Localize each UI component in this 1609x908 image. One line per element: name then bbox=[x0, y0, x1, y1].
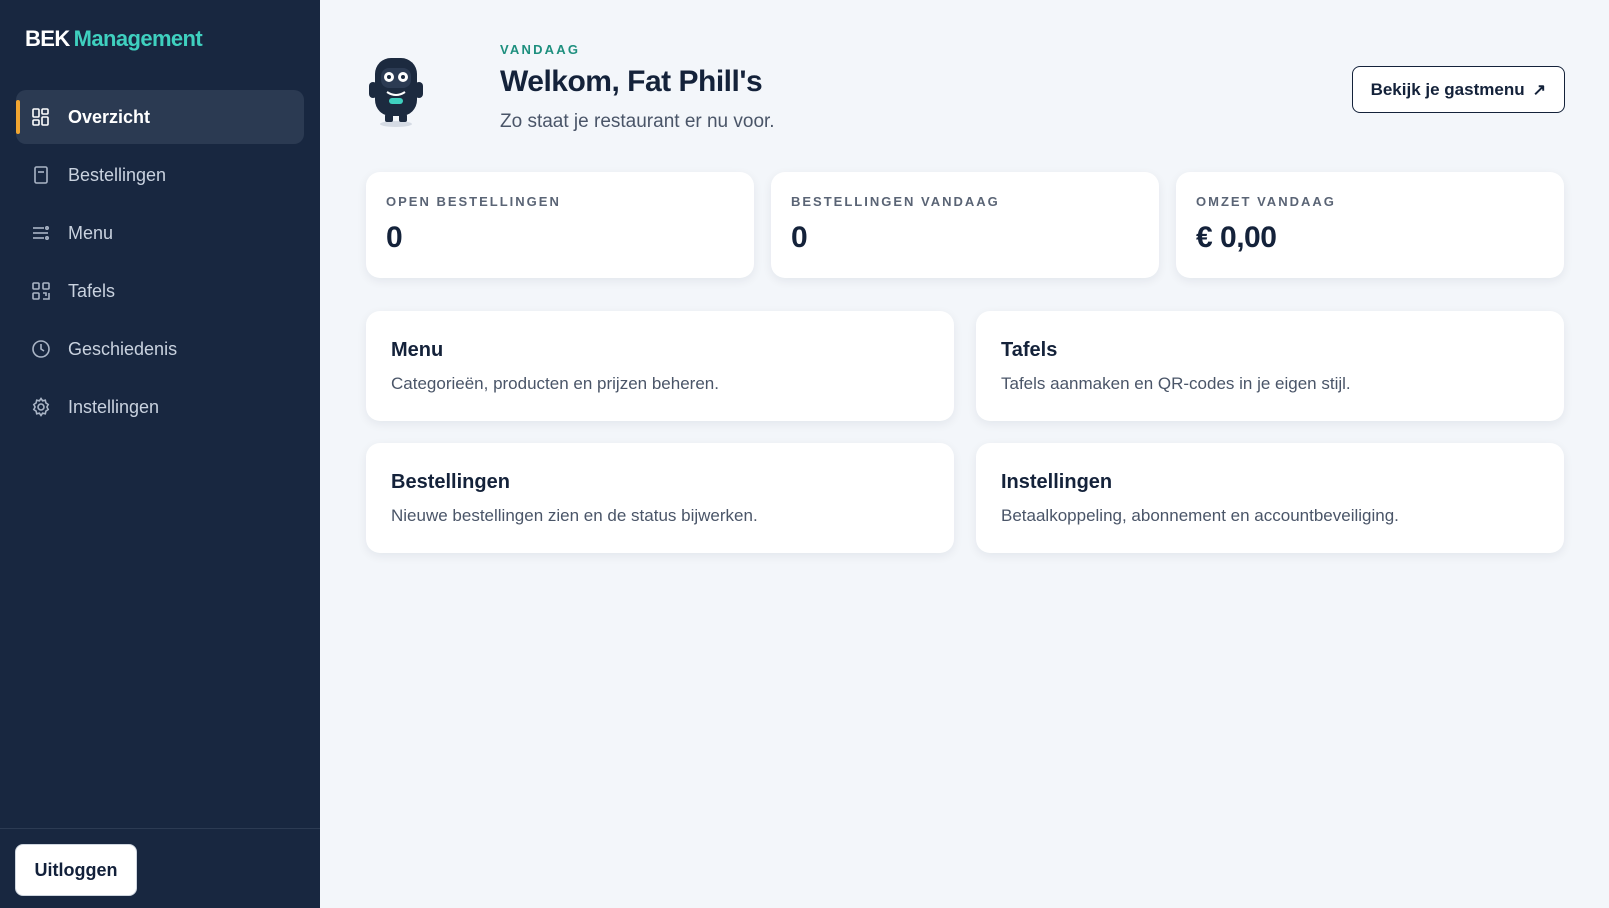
stat-label: OPEN BESTELLINGEN bbox=[386, 194, 561, 209]
logout-button[interactable]: Uitloggen bbox=[15, 844, 137, 896]
card-description: Nieuwe bestellingen zien en de status bi… bbox=[391, 506, 758, 525]
stat-card-revenue-today: OMZET VANDAAG € 0,00 bbox=[1176, 172, 1564, 278]
brand-name-accent: Management bbox=[73, 26, 203, 51]
quick-links: Menu Categorieën, producten en prijzen b… bbox=[366, 311, 1564, 553]
stats-row: OPEN BESTELLINGEN 0 BESTELLINGEN VANDAAG… bbox=[366, 172, 1564, 278]
sidebar-item-instellingen[interactable]: Instellingen bbox=[16, 380, 304, 434]
sidebar-item-overzicht[interactable]: Overzicht bbox=[16, 90, 304, 144]
tables-grid-icon bbox=[30, 280, 52, 302]
card-tafels[interactable]: Tafels Tafels aanmaken en QR-codes in je… bbox=[976, 311, 1564, 421]
sidebar-footer: Uitloggen bbox=[0, 828, 320, 908]
card-description: Categorieën, producten en prijzen behere… bbox=[391, 374, 719, 393]
sidebar-item-label: Bestellingen bbox=[68, 164, 167, 185]
gear-icon bbox=[30, 396, 52, 418]
sidebar-nav: Overzicht Bestellingen Menu Tafels Gesch… bbox=[0, 86, 320, 438]
card-title: Menu bbox=[391, 339, 444, 361]
card-title: Tafels bbox=[1001, 339, 1058, 361]
receipt-icon bbox=[30, 164, 52, 186]
main-content: VANDAAG Welkom, Fat Phill's Zo staat je … bbox=[320, 0, 1609, 908]
stat-value: 0 bbox=[386, 221, 403, 254]
card-menu[interactable]: Menu Categorieën, producten en prijzen b… bbox=[366, 311, 954, 421]
sidebar-item-geschiedenis[interactable]: Geschiedenis bbox=[16, 322, 304, 376]
sidebar-item-label: Tafels bbox=[68, 280, 116, 301]
sidebar: BEK Management Overzicht Bestellingen Men… bbox=[0, 0, 320, 908]
sidebar-item-tafels[interactable]: Tafels bbox=[16, 264, 304, 318]
guest-menu-label: Bekijk je gastmenu bbox=[1370, 79, 1525, 99]
stat-value: 0 bbox=[791, 221, 808, 254]
sidebar-item-label: Instellingen bbox=[68, 396, 160, 417]
clock-icon bbox=[30, 338, 52, 360]
view-guest-menu-button[interactable]: Bekijk je gastmenu ↗ bbox=[1351, 66, 1565, 113]
stat-label: OMZET VANDAAG bbox=[1196, 194, 1336, 209]
card-title: Bestellingen bbox=[391, 471, 510, 493]
external-arrow-icon: ↗ bbox=[1532, 81, 1546, 99]
card-bestellingen[interactable]: Bestellingen Nieuwe bestellingen zien en… bbox=[366, 443, 954, 553]
header-text: VANDAAG Welkom, Fat Phill's Zo staat je … bbox=[500, 42, 775, 133]
mascot-robot-icon bbox=[369, 58, 423, 127]
page-header: VANDAAG Welkom, Fat Phill's Zo staat je … bbox=[365, 40, 1565, 140]
stat-card-orders-today: BESTELLINGEN VANDAAG 0 bbox=[771, 172, 1159, 278]
page-eyebrow: VANDAAG bbox=[500, 42, 581, 57]
card-description: Betaalkoppeling, abonnement en accountbe… bbox=[1001, 506, 1399, 525]
sidebar-item-menu[interactable]: Menu bbox=[16, 206, 304, 260]
menu-list-icon bbox=[30, 222, 52, 244]
sidebar-item-bestellingen[interactable]: Bestellingen bbox=[16, 148, 304, 202]
card-title: Instellingen bbox=[1001, 471, 1113, 493]
page-title: Welkom, Fat Phill's bbox=[500, 65, 763, 98]
grid-dashboard-icon bbox=[30, 106, 52, 128]
stat-card-open-orders: OPEN BESTELLINGEN 0 bbox=[366, 172, 754, 278]
card-description: Tafels aanmaken en QR-codes in je eigen … bbox=[1001, 374, 1351, 393]
sidebar-item-label: Menu bbox=[68, 222, 114, 243]
stat-label: BESTELLINGEN VANDAAG bbox=[791, 194, 1000, 209]
sidebar-item-label: Geschiedenis bbox=[68, 338, 178, 359]
brand-name-primary: BEK bbox=[25, 26, 70, 51]
sidebar-item-label: Overzicht bbox=[68, 106, 151, 127]
brand-logo: BEK Management bbox=[0, 0, 320, 86]
stat-value: € 0,00 bbox=[1196, 221, 1277, 254]
card-instellingen[interactable]: Instellingen Betaalkoppeling, abonnement… bbox=[976, 443, 1564, 553]
page-subtitle: Zo staat je restaurant er nu voor. bbox=[500, 111, 775, 132]
